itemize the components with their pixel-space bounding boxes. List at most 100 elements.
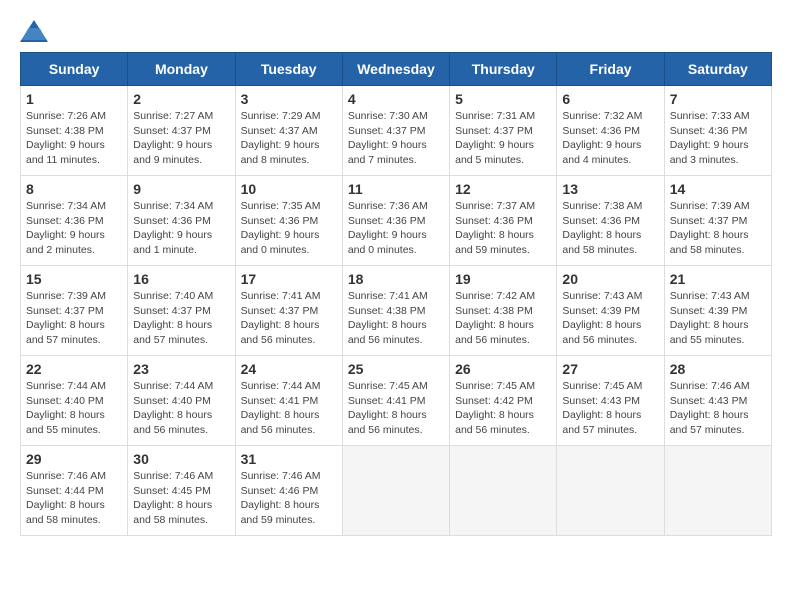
day-info: Sunrise: 7:43 AM Sunset: 4:39 PM Dayligh…: [562, 289, 658, 348]
calendar-cell: [342, 446, 449, 536]
calendar-cell: 11 Sunrise: 7:36 AM Sunset: 4:36 PM Dayli…: [342, 176, 449, 266]
calendar-cell: 7Sunrise: 7:33 AM Sunset: 4:36 PM Daylig…: [664, 86, 771, 176]
day-number: 29: [26, 451, 122, 467]
day-number: 11: [348, 181, 444, 197]
day-number: 2: [133, 91, 229, 107]
calendar-cell: 30 Sunrise: 7:46 AM Sunset: 4:45 PM Dayli…: [128, 446, 235, 536]
calendar-cell: 4 Sunrise: 7:30 AM Sunset: 4:37 PM Daylig…: [342, 86, 449, 176]
calendar-cell: 19 Sunrise: 7:42 AM Sunset: 4:38 PM Dayli…: [450, 266, 557, 356]
day-info: Sunrise: 7:29 AM Sunset: 4:37 AM Dayligh…: [241, 109, 337, 168]
day-number: 30: [133, 451, 229, 467]
day-info: Sunrise: 7:27 AM Sunset: 4:37 PM Dayligh…: [133, 109, 229, 168]
week-row-1: 1 Sunrise: 7:26 AM Sunset: 4:38 PM Daylig…: [21, 86, 772, 176]
calendar-cell: 18 Sunrise: 7:41 AM Sunset: 4:38 PM Dayli…: [342, 266, 449, 356]
calendar-cell: 10Sunrise: 7:35 AM Sunset: 4:36 PM Dayli…: [235, 176, 342, 266]
day-info: Sunrise: 7:42 AM Sunset: 4:38 PM Dayligh…: [455, 289, 551, 348]
day-number: 23: [133, 361, 229, 377]
day-info: Sunrise: 7:41 AM Sunset: 4:37 PM Dayligh…: [241, 289, 337, 348]
calendar-header-row: SundayMondayTuesdayWednesdayThursdayFrid…: [21, 53, 772, 86]
day-info: Sunrise: 7:34 AM Sunset: 4:36 PM Dayligh…: [26, 199, 122, 258]
day-number: 3: [241, 91, 337, 107]
day-number: 10: [241, 181, 337, 197]
day-info: Sunrise: 7:26 AM Sunset: 4:38 PM Dayligh…: [26, 109, 122, 168]
calendar-cell: [450, 446, 557, 536]
day-info: Sunrise: 7:39 AM Sunset: 4:37 PM Dayligh…: [26, 289, 122, 348]
calendar-cell: 5 Sunrise: 7:31 AM Sunset: 4:37 PM Daylig…: [450, 86, 557, 176]
day-header-wednesday: Wednesday: [342, 53, 449, 86]
day-number: 19: [455, 271, 551, 287]
day-header-friday: Friday: [557, 53, 664, 86]
calendar-cell: 31Sunrise: 7:46 AM Sunset: 4:46 PM Dayli…: [235, 446, 342, 536]
day-number: 5: [455, 91, 551, 107]
day-number: 4: [348, 91, 444, 107]
calendar-cell: 15Sunrise: 7:39 AM Sunset: 4:37 PM Dayli…: [21, 266, 128, 356]
day-number: 12: [455, 181, 551, 197]
day-info: Sunrise: 7:44 AM Sunset: 4:40 PM Dayligh…: [26, 379, 122, 438]
day-info: Sunrise: 7:46 AM Sunset: 4:46 PM Dayligh…: [241, 469, 337, 528]
day-number: 21: [670, 271, 766, 287]
day-info: Sunrise: 7:46 AM Sunset: 4:43 PM Dayligh…: [670, 379, 766, 438]
calendar-cell: 27Sunrise: 7:45 AM Sunset: 4:43 PM Dayli…: [557, 356, 664, 446]
day-info: Sunrise: 7:43 AM Sunset: 4:39 PM Dayligh…: [670, 289, 766, 348]
calendar-cell: 25 Sunrise: 7:45 AM Sunset: 4:41 PM Dayli…: [342, 356, 449, 446]
day-number: 17: [241, 271, 337, 287]
day-number: 14: [670, 181, 766, 197]
day-number: 18: [348, 271, 444, 287]
calendar-cell: 23Sunrise: 7:44 AM Sunset: 4:40 PM Dayli…: [128, 356, 235, 446]
day-info: Sunrise: 7:37 AM Sunset: 4:36 PM Dayligh…: [455, 199, 551, 258]
day-info: Sunrise: 7:39 AM Sunset: 4:37 PM Dayligh…: [670, 199, 766, 258]
day-number: 22: [26, 361, 122, 377]
week-row-5: 29 Sunrise: 7:46 AM Sunset: 4:44 PM Dayli…: [21, 446, 772, 536]
calendar-cell: [664, 446, 771, 536]
day-number: 20: [562, 271, 658, 287]
calendar-cell: 8Sunrise: 7:34 AM Sunset: 4:36 PM Daylig…: [21, 176, 128, 266]
calendar-cell: 24 Sunrise: 7:44 AM Sunset: 4:41 PM Dayli…: [235, 356, 342, 446]
day-number: 1: [26, 91, 122, 107]
calendar-cell: 26 Sunrise: 7:45 AM Sunset: 4:42 PM Dayli…: [450, 356, 557, 446]
day-info: Sunrise: 7:46 AM Sunset: 4:45 PM Dayligh…: [133, 469, 229, 528]
day-number: 24: [241, 361, 337, 377]
day-info: Sunrise: 7:31 AM Sunset: 4:37 PM Dayligh…: [455, 109, 551, 168]
day-info: Sunrise: 7:38 AM Sunset: 4:36 PM Dayligh…: [562, 199, 658, 258]
day-number: 16: [133, 271, 229, 287]
day-number: 6: [562, 91, 658, 107]
calendar-cell: 1 Sunrise: 7:26 AM Sunset: 4:38 PM Daylig…: [21, 86, 128, 176]
day-info: Sunrise: 7:44 AM Sunset: 4:41 PM Dayligh…: [241, 379, 337, 438]
calendar-cell: 3 Sunrise: 7:29 AM Sunset: 4:37 AM Daylig…: [235, 86, 342, 176]
day-info: Sunrise: 7:45 AM Sunset: 4:43 PM Dayligh…: [562, 379, 658, 438]
day-number: 9: [133, 181, 229, 197]
day-number: 25: [348, 361, 444, 377]
calendar-cell: 2 Sunrise: 7:27 AM Sunset: 4:37 PM Daylig…: [128, 86, 235, 176]
day-info: Sunrise: 7:41 AM Sunset: 4:38 PM Dayligh…: [348, 289, 444, 348]
day-number: 13: [562, 181, 658, 197]
calendar-cell: 28 Sunrise: 7:46 AM Sunset: 4:43 PM Dayli…: [664, 356, 771, 446]
week-row-2: 8Sunrise: 7:34 AM Sunset: 4:36 PM Daylig…: [21, 176, 772, 266]
day-info: Sunrise: 7:46 AM Sunset: 4:44 PM Dayligh…: [26, 469, 122, 528]
day-number: 26: [455, 361, 551, 377]
day-header-saturday: Saturday: [664, 53, 771, 86]
calendar-cell: 20 Sunrise: 7:43 AM Sunset: 4:39 PM Dayli…: [557, 266, 664, 356]
week-row-3: 15Sunrise: 7:39 AM Sunset: 4:37 PM Dayli…: [21, 266, 772, 356]
day-header-tuesday: Tuesday: [235, 53, 342, 86]
calendar-cell: 13 Sunrise: 7:38 AM Sunset: 4:36 PM Dayli…: [557, 176, 664, 266]
calendar-cell: [557, 446, 664, 536]
calendar-cell: 12 Sunrise: 7:37 AM Sunset: 4:36 PM Dayli…: [450, 176, 557, 266]
logo-icon: [20, 20, 48, 42]
day-number: 28: [670, 361, 766, 377]
day-header-sunday: Sunday: [21, 53, 128, 86]
calendar: SundayMondayTuesdayWednesdayThursdayFrid…: [20, 52, 772, 536]
day-info: Sunrise: 7:36 AM Sunset: 4:36 PM Dayligh…: [348, 199, 444, 258]
day-header-thursday: Thursday: [450, 53, 557, 86]
day-info: Sunrise: 7:45 AM Sunset: 4:41 PM Dayligh…: [348, 379, 444, 438]
day-info: Sunrise: 7:45 AM Sunset: 4:42 PM Dayligh…: [455, 379, 551, 438]
calendar-cell: 16 Sunrise: 7:40 AM Sunset: 4:37 PM Dayli…: [128, 266, 235, 356]
day-info: Sunrise: 7:32 AM Sunset: 4:36 PM Dayligh…: [562, 109, 658, 168]
week-row-4: 22 Sunrise: 7:44 AM Sunset: 4:40 PM Dayli…: [21, 356, 772, 446]
day-info: Sunrise: 7:34 AM Sunset: 4:36 PM Dayligh…: [133, 199, 229, 258]
day-header-monday: Monday: [128, 53, 235, 86]
calendar-cell: 29 Sunrise: 7:46 AM Sunset: 4:44 PM Dayli…: [21, 446, 128, 536]
day-info: Sunrise: 7:30 AM Sunset: 4:37 PM Dayligh…: [348, 109, 444, 168]
calendar-cell: 9 Sunrise: 7:34 AM Sunset: 4:36 PM Daylig…: [128, 176, 235, 266]
day-info: Sunrise: 7:40 AM Sunset: 4:37 PM Dayligh…: [133, 289, 229, 348]
calendar-cell: 21 Sunrise: 7:43 AM Sunset: 4:39 PM Dayli…: [664, 266, 771, 356]
